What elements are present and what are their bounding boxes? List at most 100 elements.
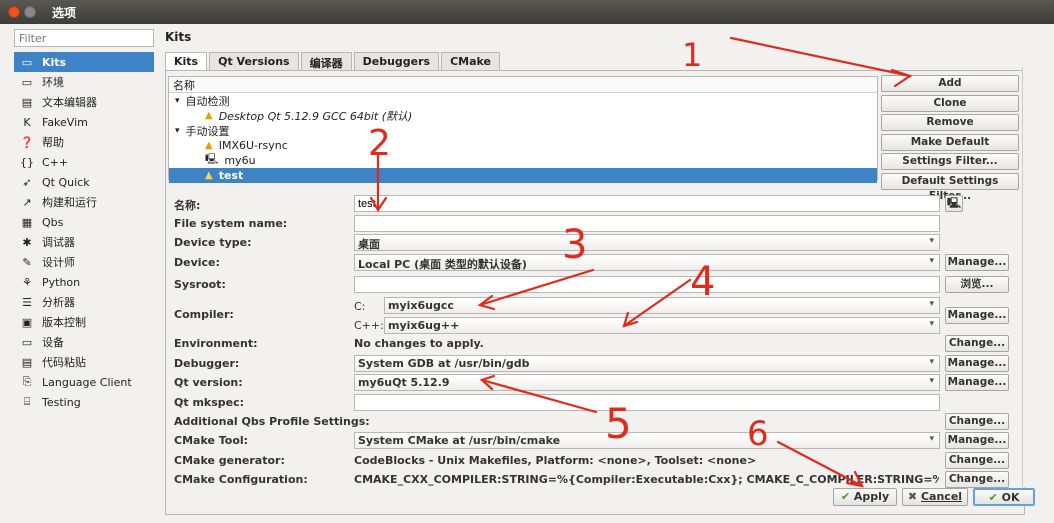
c-compiler-combo[interactable]: myix6ugcc	[384, 297, 940, 314]
name-label: 名称:	[174, 199, 201, 212]
sidebar-item-kits[interactable]: ▭ Kits	[14, 52, 154, 72]
sidebar-item--[interactable]: ❓ 帮助	[14, 132, 154, 152]
device-type-label: Device type:	[174, 236, 252, 249]
qt-version-label: Qt version:	[174, 376, 243, 389]
cmake-tool-combo[interactable]: System CMake at /usr/bin/cmake	[354, 432, 940, 449]
debugger-manage-button[interactable]: Manage...	[945, 355, 1009, 372]
title-bar: 选项	[0, 0, 1054, 24]
row-environment: Environment: No changes to apply. Change…	[174, 335, 1024, 353]
sidebar-item-qt-quick[interactable]: ➶ Qt Quick	[14, 172, 154, 192]
build-run-icon: ↗	[22, 195, 32, 209]
kit-buttons: Add Clone Remove Make Default Settings F…	[881, 75, 1021, 202]
python-icon: ⚘	[22, 275, 32, 289]
cmake-tool-manage-button[interactable]: Manage...	[945, 432, 1009, 449]
make-default-button[interactable]: Make Default	[881, 133, 1019, 151]
sysroot-browse-button[interactable]: 浏览...	[945, 276, 1009, 293]
tab-kits[interactable]: Kits	[165, 52, 208, 70]
sidebar-item--[interactable]: ✱ 调试器	[14, 232, 154, 252]
cpp-compiler-combo[interactable]: myix6ug++	[384, 317, 940, 334]
cancel-icon: ✖	[907, 490, 918, 503]
row-fsname: File system name:	[174, 215, 1024, 233]
kits-icon: ▭	[21, 55, 33, 69]
debugger-combo[interactable]: System GDB at /usr/bin/gdb	[354, 355, 940, 372]
sidebar-item-label: C++	[42, 155, 69, 169]
sidebar-item-label: 调试器	[42, 236, 75, 249]
row-qt-version: Qt version: my6uQt 5.12.9 Manage...	[174, 374, 1024, 392]
expand-arrow-icon[interactable]: ▾	[175, 126, 180, 136]
sidebar-item--[interactable]: ▭ 环境	[14, 72, 154, 92]
environment-change-button[interactable]: Change...	[945, 335, 1009, 352]
sidebar-item-label: Kits	[42, 55, 67, 69]
name-device-icon[interactable]: 🖳	[945, 195, 963, 212]
device-manage-button[interactable]: Manage...	[945, 254, 1009, 271]
sidebar-item--[interactable]: ▣ 版本控制	[14, 312, 154, 332]
compiler-label: Compiler:	[174, 308, 234, 321]
qt-version-combo[interactable]: my6uQt 5.12.9	[354, 374, 940, 391]
row-debugger: Debugger: System GDB at /usr/bin/gdb Man…	[174, 355, 1024, 373]
tab-debuggers[interactable]: Debuggers	[353, 52, 440, 70]
tree-group-auto[interactable]: ▾ 自动检测	[169, 93, 877, 108]
fsname-label: File system name:	[174, 217, 288, 230]
environment-value: No changes to apply.	[354, 337, 484, 350]
add-button[interactable]: Add	[881, 75, 1019, 92]
sidebar-item-label: 设备	[42, 336, 64, 349]
kits-tree[interactable]: 名称 ▾ 自动检测 ▲ Desktop Qt 5.12.9 GCC 64bit …	[168, 76, 878, 183]
filter-input[interactable]	[14, 29, 154, 47]
sidebar-item--[interactable]: ✎ 设计师	[14, 252, 154, 272]
tree-row-test[interactable]: ▲ test	[169, 168, 877, 183]
qbs-change-button[interactable]: Change...	[945, 413, 1009, 430]
sidebar-item-label: FakeVim	[42, 115, 88, 129]
name-input[interactable]	[354, 195, 940, 212]
tree-group-manual[interactable]: ▾ 手动设置	[169, 123, 877, 138]
device-label: Device:	[174, 256, 220, 269]
qt-mkspec-input[interactable]	[354, 394, 940, 411]
sidebar-item-qbs[interactable]: ▦ Qbs	[14, 212, 154, 232]
sidebar-item--[interactable]: ↗ 构建和运行	[14, 192, 154, 212]
qt-version-manage-button[interactable]: Manage...	[945, 374, 1009, 391]
sidebar-item-label: 环境	[42, 76, 64, 89]
cpp-icon: {}	[20, 155, 34, 169]
sidebar-item-label: Testing	[42, 395, 81, 409]
sidebar-item-label: 分析器	[42, 296, 75, 309]
device-combo[interactable]: Local PC (桌面 类型的默认设备)	[354, 254, 940, 271]
code-paste-icon: ▤	[21, 355, 33, 369]
settings-filter-button[interactable]: Settings Filter...	[881, 153, 1019, 170]
clone-button[interactable]: Clone	[881, 94, 1019, 112]
scrollbar[interactable]	[1022, 67, 1034, 487]
sidebar-item-python[interactable]: ⚘ Python	[14, 272, 154, 292]
sidebar-item--[interactable]: ▤ 代码粘贴	[14, 352, 154, 372]
tree-row-imx6u[interactable]: ▲ IMX6U-rsync	[169, 138, 877, 153]
tab-cmake[interactable]: CMake	[441, 52, 501, 70]
tree-row-my6u[interactable]: 🖳 my6u	[169, 153, 877, 168]
sidebar-item-testing[interactable]: ⌸ Testing	[14, 392, 154, 412]
row-name: 名称: 🖳	[174, 195, 1024, 213]
row-cmake-generator: CMake generator: CodeBlocks - Unix Makef…	[174, 452, 1024, 470]
tab-qt-versions[interactable]: Qt Versions	[209, 52, 299, 70]
default-settings-filter-button[interactable]: Default Settings Filter...	[881, 172, 1019, 202]
apply-button[interactable]: ✔ Apply	[833, 488, 897, 506]
cmake-generator-change-button[interactable]: Change...	[945, 452, 1009, 469]
cmake-configuration-change-button[interactable]: Change...	[945, 471, 1009, 488]
tree-header: 名称	[169, 77, 877, 93]
device-type-combo[interactable]: 桌面	[354, 234, 940, 251]
tab-compilers[interactable]: 编译器	[300, 52, 352, 70]
sidebar-item--[interactable]: ▭ 设备	[14, 332, 154, 352]
fsname-input[interactable]	[354, 215, 940, 232]
row-device-type: Device type: 桌面	[174, 234, 1024, 252]
sidebar-item--[interactable]: ☰ 分析器	[14, 292, 154, 312]
sidebar-item-fakevim[interactable]: K FakeVim	[14, 112, 154, 132]
tree-row-desktop-kit[interactable]: ▲ Desktop Qt 5.12.9 GCC 64bit (默认)	[169, 108, 877, 123]
sidebar-item-c++[interactable]: {} C++	[14, 152, 154, 172]
ok-button[interactable]: ✔ OK	[973, 488, 1035, 506]
close-window-button[interactable]	[8, 6, 20, 18]
expand-arrow-icon[interactable]: ▾	[175, 96, 180, 106]
remove-button[interactable]: Remove	[881, 114, 1019, 131]
sidebar-item-language-client[interactable]: ⎘ Language Client	[14, 372, 154, 392]
sidebar-item-label: 文本编辑器	[42, 96, 97, 109]
minimize-window-button[interactable]	[24, 6, 36, 18]
sysroot-input[interactable]	[354, 276, 940, 293]
compiler-manage-button[interactable]: Manage...	[945, 307, 1009, 324]
cancel-button[interactable]: ✖ Cancel	[902, 488, 968, 506]
window-title: 选项	[52, 5, 77, 20]
sidebar-item--[interactable]: ▤ 文本编辑器	[14, 92, 154, 112]
